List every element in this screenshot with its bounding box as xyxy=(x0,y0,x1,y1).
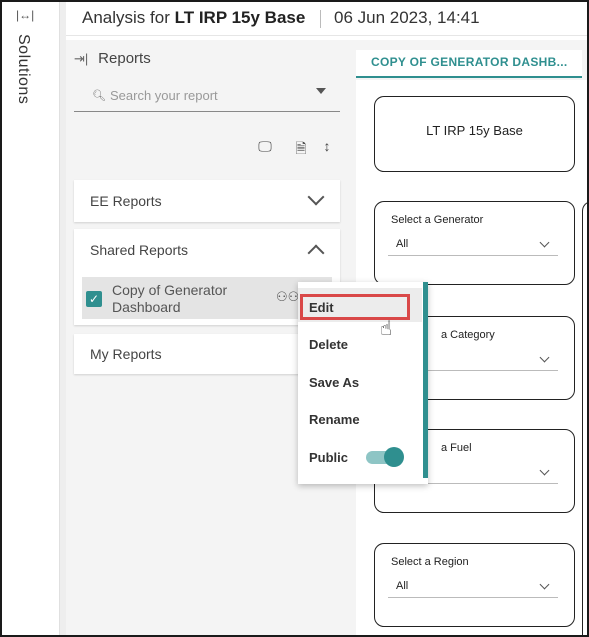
section-ee-reports[interactable]: EE Reports xyxy=(74,180,340,222)
new-report-icon[interactable]: 🗎 xyxy=(292,138,310,158)
chevron-down-icon xyxy=(539,579,550,590)
generator-select[interactable]: All xyxy=(388,234,558,256)
present-icon[interactable]: 🖵 xyxy=(256,138,274,158)
filter-generator: Select a Generator All xyxy=(374,201,575,285)
list-item[interactable]: ✓ Copy of Generator Dashboard ⚇⚇ xyxy=(82,277,332,319)
menu-item-rename[interactable]: Rename xyxy=(309,412,360,427)
chevron-down-icon xyxy=(539,465,550,476)
side-card-edge xyxy=(582,201,587,635)
menu-item-public: Public xyxy=(309,450,349,465)
title-case-name: LT IRP 15y Base xyxy=(174,8,306,27)
chevron-down-icon xyxy=(539,237,550,248)
app-window: |↔| Solutions Analysis for LT IRP 15y Ba… xyxy=(0,0,589,637)
search-input[interactable] xyxy=(110,84,310,106)
reports-heading: ⇥| Reports xyxy=(74,50,151,67)
filter-label: Select a Region xyxy=(391,556,469,568)
region-select[interactable]: All xyxy=(388,576,558,598)
page-title: Analysis for LT IRP 15y Base xyxy=(82,8,305,28)
tab-dashboard[interactable]: COPY OF GENERATOR DASHB... xyxy=(356,50,582,78)
menu-item-delete[interactable]: Delete xyxy=(309,337,348,352)
section-label: Shared Reports xyxy=(90,242,189,258)
solutions-rail: |↔| Solutions xyxy=(2,2,60,635)
report-toolbar: 🖵 🗎 ↕ xyxy=(256,138,346,160)
run-datetime: 06 Jun 2023, 14:41 xyxy=(334,8,480,27)
page-header: Analysis for LT IRP 15y Base 06 Jun 2023… xyxy=(66,2,587,36)
collapse-panel-icon[interactable]: ⇥| xyxy=(74,51,94,67)
toggle-knob xyxy=(384,447,404,467)
title-card: LT IRP 15y Base xyxy=(374,96,575,172)
expand-horizontal-icon[interactable]: |↔| xyxy=(16,8,34,22)
public-toggle[interactable] xyxy=(366,447,404,467)
filter-label: a Category xyxy=(441,329,495,341)
title-prefix: Analysis for xyxy=(82,8,175,27)
select-value: All xyxy=(396,238,409,250)
menu-item-save-as[interactable]: Save As xyxy=(309,375,359,390)
filter-label: Select a Generator xyxy=(391,214,484,226)
report-search[interactable]: 🔍︎ xyxy=(74,78,340,112)
chevron-down-icon xyxy=(539,352,550,363)
title-card-text: LT IRP 15y Base xyxy=(426,123,523,138)
solutions-title[interactable]: Solutions xyxy=(14,34,32,104)
search-icon: 🔍︎ xyxy=(92,90,106,102)
search-dropdown-caret-icon[interactable] xyxy=(316,88,326,94)
report-name: Copy of Generator Dashboard xyxy=(112,282,228,315)
chevron-down-icon[interactable] xyxy=(307,188,325,206)
hand-cursor-icon: ☝ xyxy=(380,318,393,340)
select-value: All xyxy=(396,580,409,592)
filter-region: Select a Region All xyxy=(374,543,575,627)
menu-scrollbar[interactable] xyxy=(423,282,428,478)
shared-users-icon[interactable]: ⚇⚇ xyxy=(276,289,299,305)
edit-highlight-box xyxy=(300,294,410,320)
section-label: EE Reports xyxy=(90,193,162,209)
filter-label: a Fuel xyxy=(441,442,472,454)
header-divider xyxy=(320,10,321,28)
reports-heading-label: Reports xyxy=(98,50,151,67)
section-label: My Reports xyxy=(90,346,162,362)
chevron-up-icon[interactable] xyxy=(307,244,325,262)
report-checkbox[interactable]: ✓ xyxy=(86,291,102,307)
expand-vertical-icon[interactable]: ↕ xyxy=(318,138,336,158)
